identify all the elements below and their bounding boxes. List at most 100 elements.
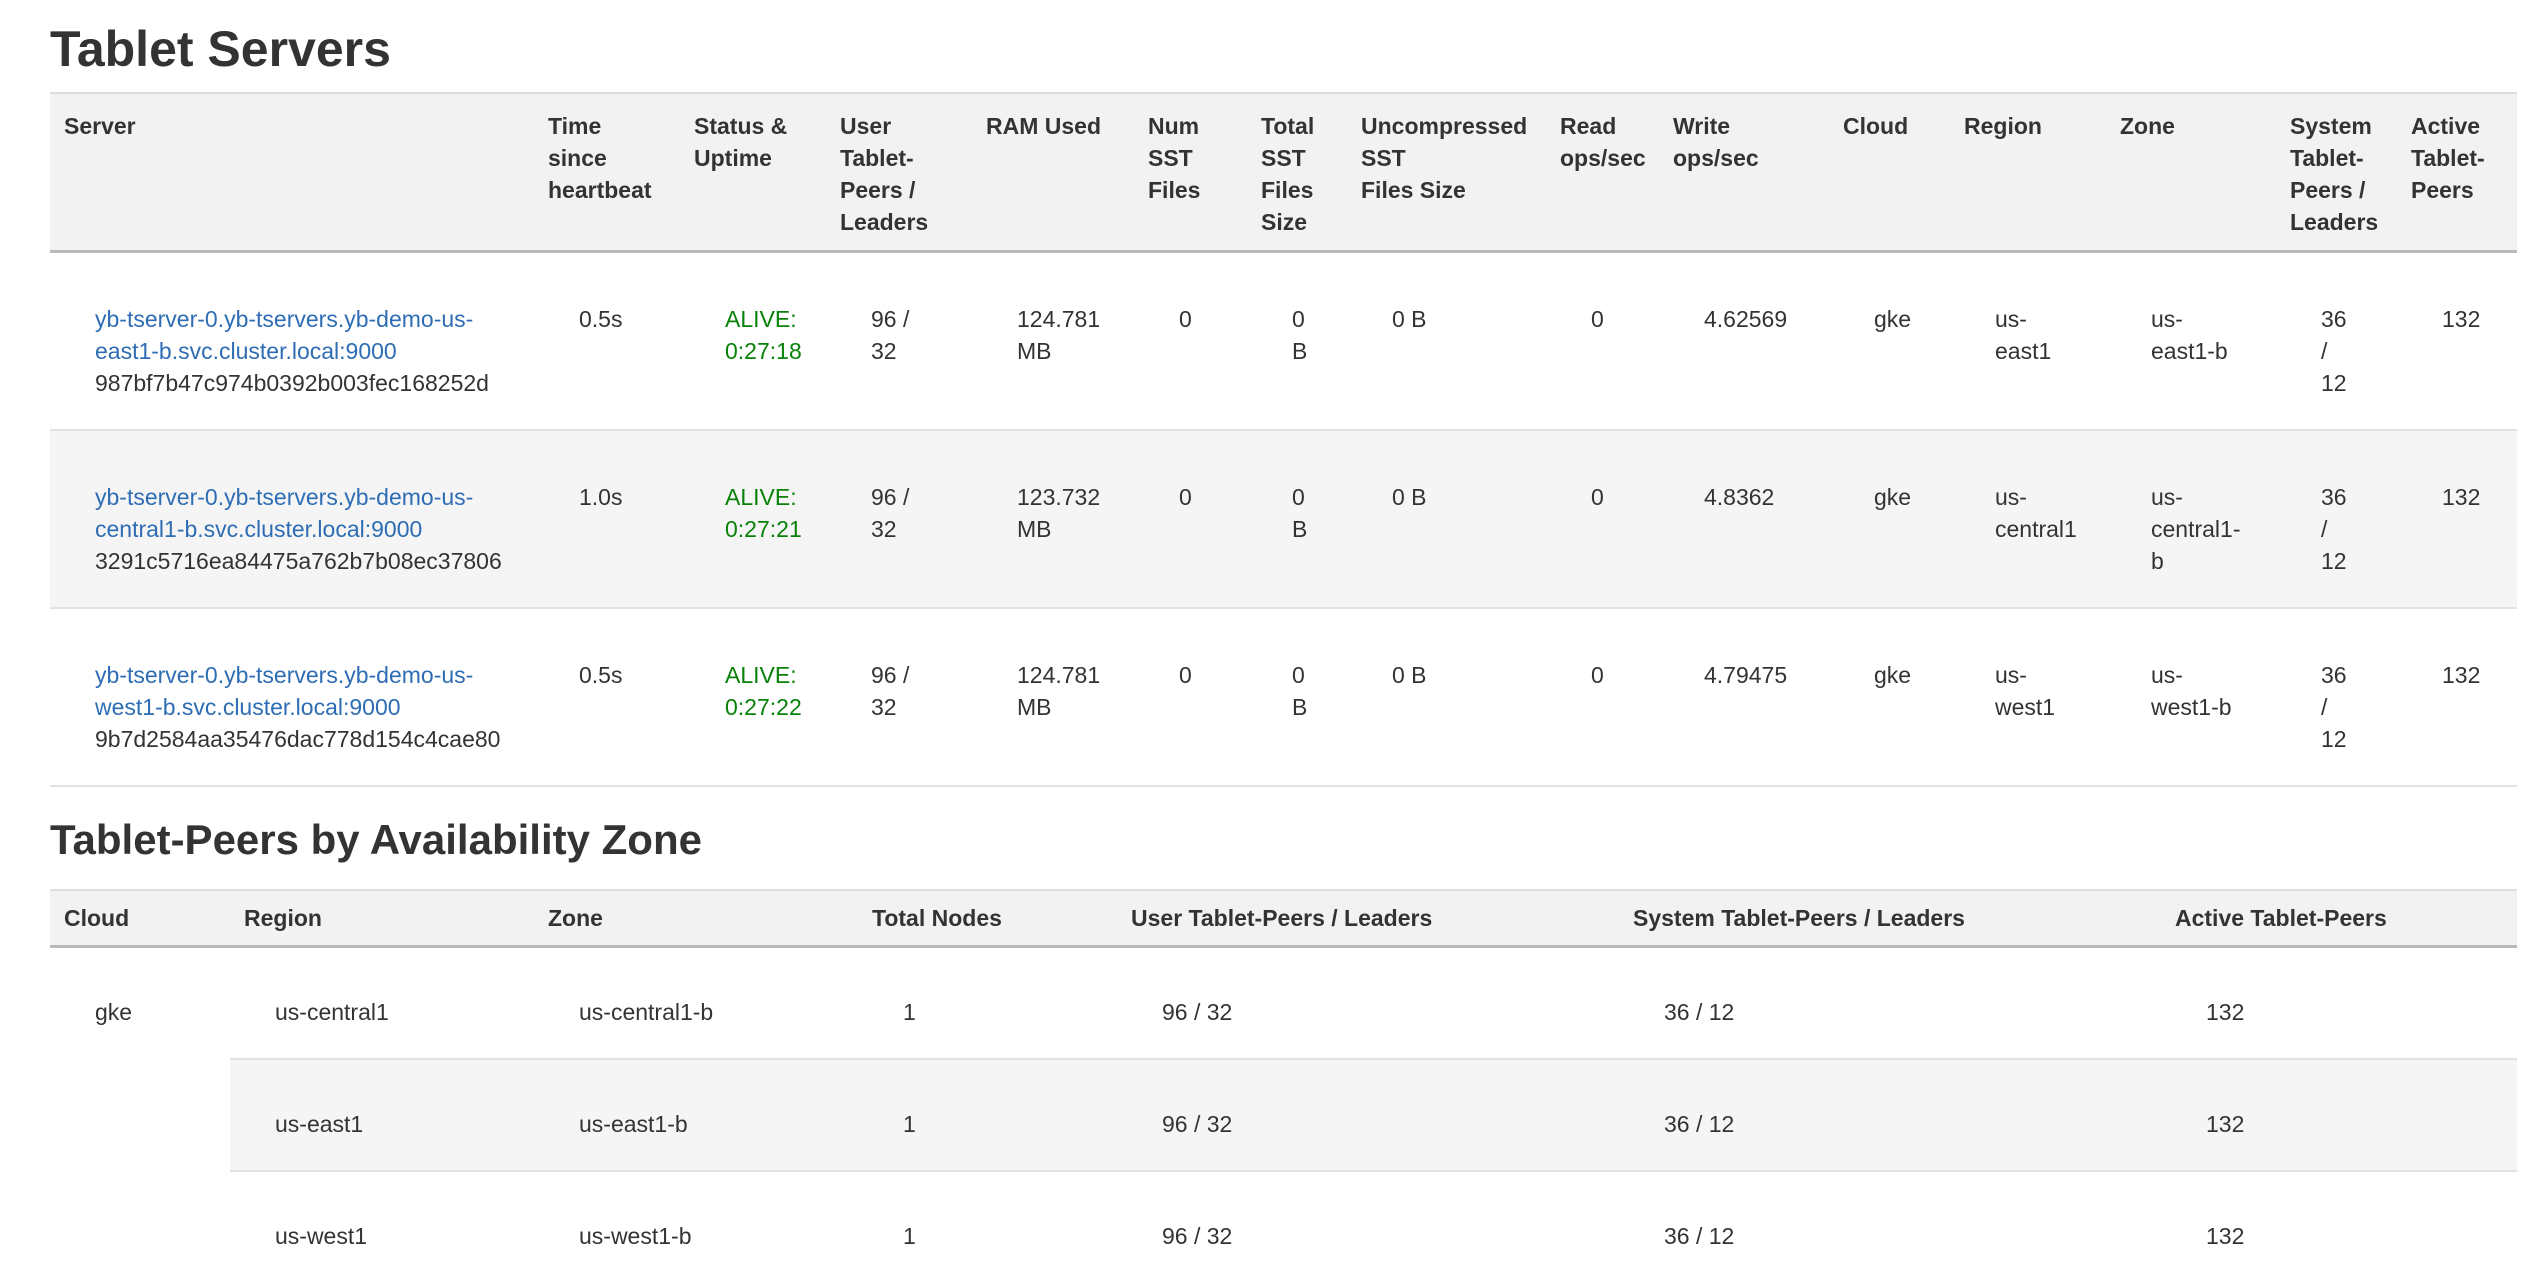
uncompressed-sst-files-size-cell: 0 B	[1347, 430, 1546, 608]
col-header-server: Server	[50, 93, 534, 252]
col-header-region: Region	[1950, 93, 2106, 252]
col-header-total-nodes: Total Nodes	[858, 890, 1117, 947]
zone-cell: us-west1-b	[534, 1171, 858, 1273]
active-tablet-peers-cell: 132	[2397, 430, 2517, 608]
server-link[interactable]: yb-tserver-0.yb-tservers.yb-demo-us- wes…	[95, 662, 473, 720]
read-ops-cell: 0	[1546, 252, 1659, 431]
system-tablet-peers-cell: 36 / 12	[2276, 252, 2397, 431]
table-row: yb-tserver-0.yb-tservers.yb-demo-us- eas…	[50, 252, 2517, 431]
total-sst-files-size-cell: 0 B	[1247, 252, 1347, 431]
server-uuid: 987bf7b47c974b0392b003fec168252d	[95, 367, 520, 399]
server-uuid: 9b7d2584aa35476dac778d154c4cae80	[95, 723, 520, 755]
col-header-system-tablet-peers: System Tablet-Peers / Leaders	[1619, 890, 2161, 947]
region-cell: us-west1	[230, 1171, 534, 1273]
cloud-cell: gke	[1829, 608, 1950, 786]
table-row: yb-tserver-0.yb-tservers.yb-demo-us- cen…	[50, 430, 2517, 608]
server-cell: yb-tserver-0.yb-tservers.yb-demo-us- eas…	[50, 252, 534, 431]
server-cell: yb-tserver-0.yb-tservers.yb-demo-us- cen…	[50, 430, 534, 608]
write-ops-cell: 4.79475	[1659, 608, 1829, 786]
active-tablet-peers-cell: 132	[2397, 252, 2517, 431]
system-tablet-peers-cell: 36 / 12	[1619, 947, 2161, 1060]
section-title-tablet-peers-by-az: Tablet-Peers by Availability Zone	[50, 815, 2523, 865]
cloud-cell: gke	[50, 947, 230, 1273]
region-cell: us- west1	[1950, 608, 2106, 786]
col-header-user-tablet-peers: User Tablet- Peers / Leaders	[826, 93, 972, 252]
server-link[interactable]: yb-tserver-0.yb-tservers.yb-demo-us- cen…	[95, 484, 473, 542]
ram-used-cell: 124.781 MB	[972, 252, 1134, 431]
user-tablet-peers-cell: 96 / 32	[1117, 947, 1619, 1060]
col-header-region: Region	[230, 890, 534, 947]
col-header-total-sst-files-size: Total SST Files Size	[1247, 93, 1347, 252]
active-tablet-peers-cell: 132	[2161, 947, 2517, 1060]
read-ops-cell: 0	[1546, 608, 1659, 786]
num-sst-files-cell: 0	[1134, 252, 1247, 431]
az-row: us-east1 us-east1-b 1 96 / 32 36 / 12 13…	[50, 1059, 2517, 1171]
system-tablet-peers-cell: 36 / 12	[1619, 1059, 2161, 1171]
system-tablet-peers-cell: 36 / 12	[2276, 608, 2397, 786]
read-ops-cell: 0	[1546, 430, 1659, 608]
num-sst-files-cell: 0	[1134, 430, 1247, 608]
cloud-cell: gke	[1829, 430, 1950, 608]
total-nodes-cell: 1	[858, 1171, 1117, 1273]
user-tablet-peers-cell: 96 / 32	[826, 252, 972, 431]
num-sst-files-cell: 0	[1134, 608, 1247, 786]
page-title: Tablet Servers	[50, 20, 2523, 78]
az-row: us-west1 us-west1-b 1 96 / 32 36 / 12 13…	[50, 1171, 2517, 1273]
system-tablet-peers-cell: 36 / 12	[1619, 1171, 2161, 1273]
user-tablet-peers-cell: 96 / 32	[1117, 1171, 1619, 1273]
region-cell: us-east1	[230, 1059, 534, 1171]
zone-cell: us- central1- b	[2106, 430, 2276, 608]
status-uptime-cell: ALIVE: 0:27:21	[680, 430, 826, 608]
status-uptime-cell: ALIVE: 0:27:18	[680, 252, 826, 431]
tablet-servers-table: Server Time since heartbeat Status & Upt…	[50, 92, 2517, 787]
time-since-heartbeat-cell: 1.0s	[534, 430, 680, 608]
az-header-row: Cloud Region Zone Total Nodes User Table…	[50, 890, 2517, 947]
server-link[interactable]: yb-tserver-0.yb-tservers.yb-demo-us- eas…	[95, 306, 473, 364]
total-nodes-cell: 1	[858, 1059, 1117, 1171]
tablet-servers-header-row: Server Time since heartbeat Status & Upt…	[50, 93, 2517, 252]
active-tablet-peers-cell: 132	[2161, 1171, 2517, 1273]
col-header-cloud: Cloud	[1829, 93, 1950, 252]
col-header-num-sst-files: Num SST Files	[1134, 93, 1247, 252]
time-since-heartbeat-cell: 0.5s	[534, 252, 680, 431]
uncompressed-sst-files-size-cell: 0 B	[1347, 252, 1546, 431]
col-header-ram-used: RAM Used	[972, 93, 1134, 252]
region-cell: us- central1	[1950, 430, 2106, 608]
total-sst-files-size-cell: 0 B	[1247, 608, 1347, 786]
time-since-heartbeat-cell: 0.5s	[534, 608, 680, 786]
col-header-time-since-heartbeat: Time since heartbeat	[534, 93, 680, 252]
col-header-cloud: Cloud	[50, 890, 230, 947]
ram-used-cell: 124.781 MB	[972, 608, 1134, 786]
active-tablet-peers-cell: 132	[2397, 608, 2517, 786]
cloud-cell: gke	[1829, 252, 1950, 431]
col-header-write-ops: Write ops/sec	[1659, 93, 1829, 252]
system-tablet-peers-cell: 36 / 12	[2276, 430, 2397, 608]
col-header-uncompressed-sst-files-size: Uncompressed SST Files Size	[1347, 93, 1546, 252]
server-cell: yb-tserver-0.yb-tservers.yb-demo-us- wes…	[50, 608, 534, 786]
write-ops-cell: 4.62569	[1659, 252, 1829, 431]
region-cell: us-central1	[230, 947, 534, 1060]
tablet-peers-by-az-table: Cloud Region Zone Total Nodes User Table…	[50, 889, 2517, 1273]
col-header-active-tablet-peers: Active Tablet- Peers	[2397, 93, 2517, 252]
az-row: gke us-central1 us-central1-b 1 96 / 32 …	[50, 947, 2517, 1060]
col-header-active-tablet-peers: Active Tablet-Peers	[2161, 890, 2517, 947]
ram-used-cell: 123.732 MB	[972, 430, 1134, 608]
zone-cell: us- west1-b	[2106, 608, 2276, 786]
user-tablet-peers-cell: 96 / 32	[826, 430, 972, 608]
user-tablet-peers-cell: 96 / 32	[1117, 1059, 1619, 1171]
col-header-zone: Zone	[534, 890, 858, 947]
zone-cell: us-east1-b	[534, 1059, 858, 1171]
region-cell: us- east1	[1950, 252, 2106, 431]
col-header-read-ops: Read ops/sec	[1546, 93, 1659, 252]
zone-cell: us-central1-b	[534, 947, 858, 1060]
col-header-user-tablet-peers: User Tablet-Peers / Leaders	[1117, 890, 1619, 947]
zone-cell: us- east1-b	[2106, 252, 2276, 431]
server-uuid: 3291c5716ea84475a762b7b08ec37806	[95, 545, 520, 577]
col-header-zone: Zone	[2106, 93, 2276, 252]
total-sst-files-size-cell: 0 B	[1247, 430, 1347, 608]
col-header-system-tablet-peers: System Tablet- Peers / Leaders	[2276, 93, 2397, 252]
status-uptime-cell: ALIVE: 0:27:22	[680, 608, 826, 786]
uncompressed-sst-files-size-cell: 0 B	[1347, 608, 1546, 786]
total-nodes-cell: 1	[858, 947, 1117, 1060]
active-tablet-peers-cell: 132	[2161, 1059, 2517, 1171]
